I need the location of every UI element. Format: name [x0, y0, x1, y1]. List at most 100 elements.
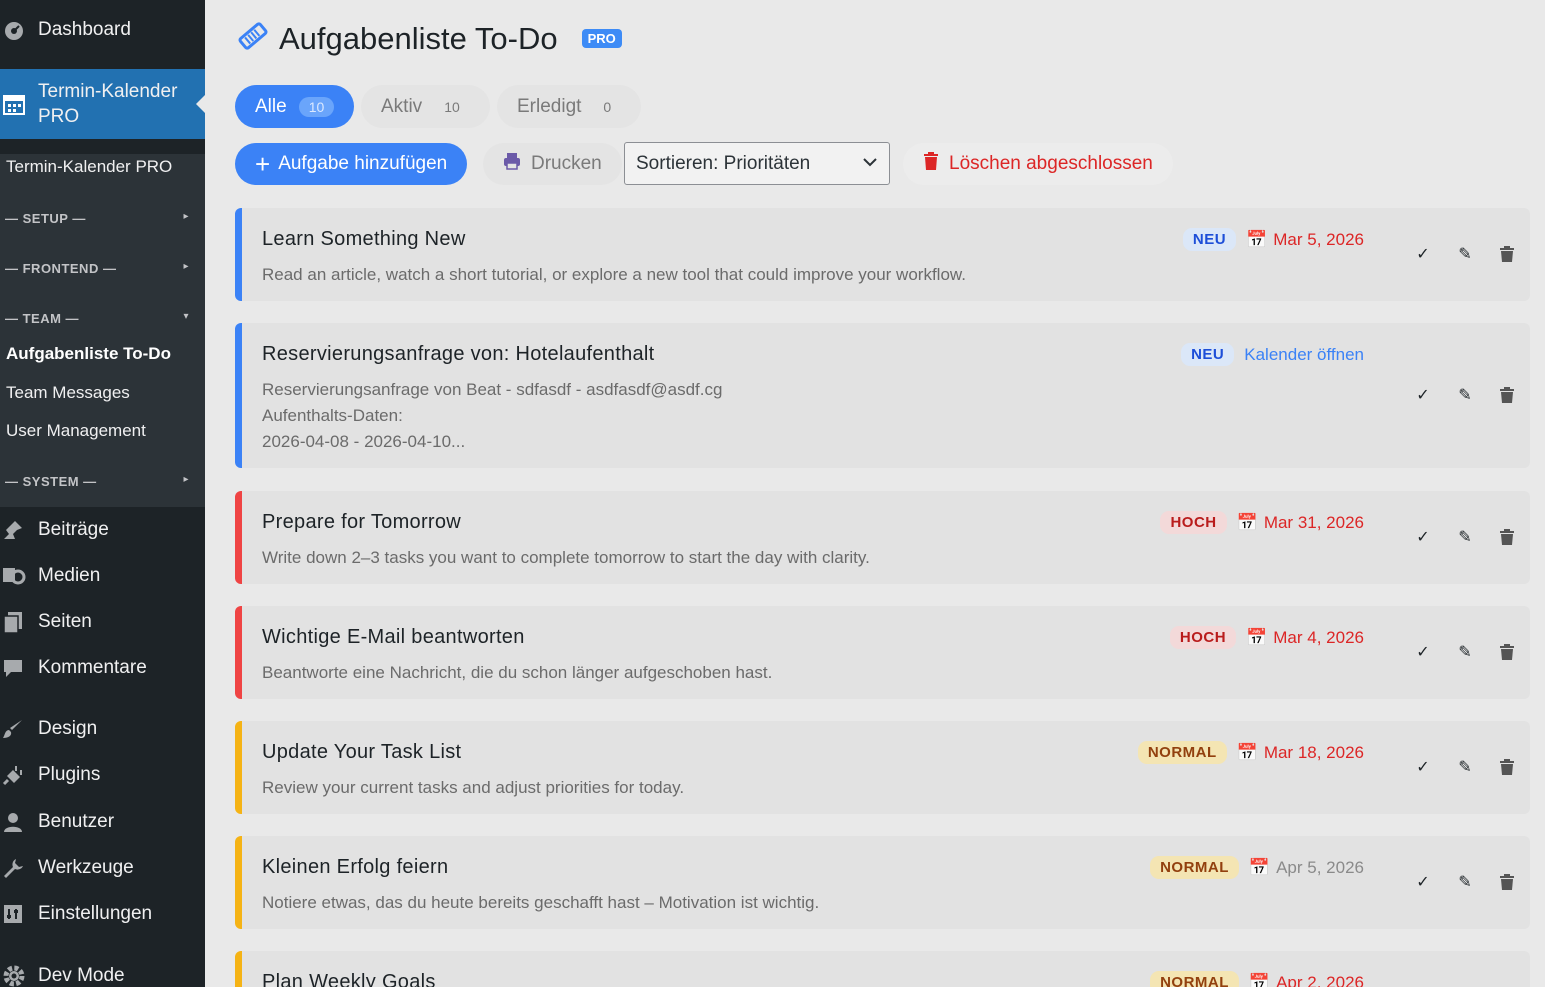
- open-calendar-link[interactable]: Kalender öffnen: [1244, 345, 1364, 365]
- submenu-termin-kalender[interactable]: Termin-Kalender PRO: [6, 157, 172, 177]
- trash-icon[interactable]: [1498, 644, 1516, 660]
- task-card[interactable]: Prepare for Tomorrow Write down 2–3 task…: [235, 491, 1530, 584]
- trash-icon[interactable]: [1498, 387, 1516, 403]
- menu-medien-label: Medien: [38, 565, 101, 586]
- pencil-icon[interactable]: ✎: [1456, 872, 1474, 892]
- tab-alle[interactable]: Alle 10: [235, 85, 355, 128]
- check-icon[interactable]: ✓: [1414, 642, 1432, 662]
- arrow-right-icon: ▸: [183, 211, 189, 222]
- pencil-icon[interactable]: ✎: [1456, 244, 1474, 264]
- dashboard-icon: [0, 18, 38, 42]
- calendar-icon: 📅: [1236, 742, 1258, 762]
- plus-icon: +: [255, 149, 271, 179]
- menu-seiten-label: Seiten: [38, 611, 92, 632]
- task-card[interactable]: Plan Weekly Goals NORMAL 📅 Apr 2, 2026: [235, 951, 1530, 987]
- delete-completed-button[interactable]: Löschen abgeschlossen: [903, 143, 1173, 185]
- menu-benutzer[interactable]: Benutzer: [0, 811, 114, 833]
- task-desc-line: Reservierungsanfrage von Beat - sdfasdf …: [262, 380, 723, 399]
- task-description: Read an article, watch a short tutorial,…: [262, 265, 966, 284]
- wrench-icon: [0, 857, 38, 879]
- task-card[interactable]: Reservierungsanfrage von: Hotelaufenthal…: [235, 323, 1530, 468]
- trash-icon[interactable]: [1498, 529, 1516, 545]
- menu-design-label: Design: [38, 718, 98, 739]
- task-actions: ✓ ✎: [1414, 872, 1516, 892]
- tab-aktiv[interactable]: Aktiv 10: [361, 85, 490, 128]
- menu-benutzer-label: Benutzer: [38, 811, 115, 832]
- task-card[interactable]: Wichtige E-Mail beantworten Beantworte e…: [235, 606, 1530, 699]
- admin-sidebar: Dashboard Termin-Kalender PRO Termin-Kal…: [0, 0, 205, 987]
- check-icon[interactable]: ✓: [1414, 757, 1432, 777]
- pin-icon: [0, 519, 38, 541]
- gear-icon: [0, 964, 38, 987]
- sort-select-value: Sortieren: Prioritäten: [636, 152, 811, 174]
- tag-icon: [237, 20, 269, 57]
- submenu-user-management[interactable]: User Management: [6, 421, 146, 441]
- submenu-aufgabenliste[interactable]: Aufgabenliste To-Do: [6, 344, 171, 364]
- task-description: Write down 2–3 tasks you want to complet…: [262, 548, 870, 567]
- tab-aktiv-label: Aktiv: [381, 95, 423, 117]
- menu-design[interactable]: Design: [0, 718, 97, 740]
- menu-kommentare[interactable]: Kommentare: [0, 657, 147, 679]
- menu-termin-kalender[interactable]: Termin-Kalender PRO: [0, 69, 205, 139]
- check-icon[interactable]: ✓: [1414, 385, 1432, 405]
- pencil-icon[interactable]: ✎: [1456, 642, 1474, 662]
- check-icon[interactable]: ✓: [1414, 527, 1432, 547]
- menu-beitraege[interactable]: Beiträge: [0, 519, 109, 541]
- trash-icon: [923, 152, 939, 176]
- check-icon[interactable]: ✓: [1414, 244, 1432, 264]
- task-title: Update Your Task List: [262, 741, 462, 763]
- task-card[interactable]: Update Your Task List Review your curren…: [235, 721, 1530, 814]
- check-icon[interactable]: ✓: [1414, 872, 1432, 892]
- menu-einstellungen[interactable]: Einstellungen: [0, 903, 152, 925]
- task-card[interactable]: Learn Something New Read an article, wat…: [235, 208, 1530, 301]
- menu-plugins[interactable]: Plugins: [0, 764, 100, 786]
- menu-werkzeuge-label: Werkzeuge: [38, 857, 134, 878]
- task-meta: NORMAL 📅 Mar 18, 2026: [1137, 741, 1364, 764]
- trash-icon[interactable]: [1498, 874, 1516, 890]
- trash-icon[interactable]: [1498, 759, 1516, 775]
- tab-aktiv-count: 10: [444, 98, 460, 115]
- calendar-icon: 📅: [1246, 627, 1268, 647]
- section-setup[interactable]: — SETUP — ▸: [5, 211, 195, 226]
- due-date: 📅 Apr 2, 2026: [1249, 973, 1364, 987]
- task-meta: NORMAL 📅 Apr 5, 2026: [1150, 856, 1364, 879]
- arrow-down-icon: ▾: [183, 311, 189, 322]
- pages-icon: [0, 611, 38, 633]
- menu-dev-mode[interactable]: Dev Mode: [0, 964, 125, 987]
- task-actions: ✓ ✎: [1414, 527, 1516, 547]
- pro-badge: PRO: [581, 29, 622, 48]
- task-title: Wichtige E-Mail beantworten: [262, 626, 525, 648]
- pencil-icon[interactable]: ✎: [1456, 757, 1474, 777]
- arrow-right-icon: ▸: [183, 474, 189, 485]
- pencil-icon[interactable]: ✎: [1456, 385, 1474, 405]
- due-date-text: Mar 5, 2026: [1273, 229, 1364, 249]
- page-title: Aufgabenliste To-Do: [279, 20, 558, 56]
- submenu-team-messages[interactable]: Team Messages: [6, 383, 130, 403]
- section-frontend[interactable]: — FRONTEND — ▸: [5, 261, 195, 276]
- priority-badge: HOCH: [1160, 511, 1227, 534]
- print-label: Drucken: [531, 153, 602, 174]
- menu-dashboard[interactable]: Dashboard: [0, 18, 131, 42]
- trash-icon[interactable]: [1498, 246, 1516, 262]
- menu-einstellungen-label: Einstellungen: [38, 903, 153, 924]
- task-card[interactable]: Kleinen Erfolg feiern Notiere etwas, das…: [235, 836, 1530, 929]
- section-team[interactable]: — TEAM — ▾: [5, 311, 195, 326]
- task-description: Notiere etwas, das du heute bereits gesc…: [262, 893, 820, 912]
- add-task-button[interactable]: + Aufgabe hinzufügen: [235, 143, 468, 185]
- arrow-right-icon: ▸: [183, 261, 189, 272]
- due-date-text: Apr 2, 2026: [1276, 972, 1364, 987]
- sort-select[interactable]: Sortieren: Prioritäten: [624, 142, 890, 185]
- menu-werkzeuge[interactable]: Werkzeuge: [0, 857, 134, 879]
- menu-seiten[interactable]: Seiten: [0, 611, 92, 633]
- calendar-icon: 📅: [1246, 229, 1268, 249]
- section-system[interactable]: — SYSTEM — ▸: [5, 474, 195, 489]
- pencil-icon[interactable]: ✎: [1456, 527, 1474, 547]
- menu-medien[interactable]: Medien: [0, 565, 100, 587]
- section-system-label: — SYSTEM —: [5, 474, 97, 489]
- calendar-icon: 📅: [1236, 512, 1258, 532]
- tab-erledigt[interactable]: Erledigt 0: [497, 85, 642, 128]
- page-header: Aufgabenliste To-Do PRO: [237, 20, 622, 57]
- print-button[interactable]: Drucken: [483, 143, 622, 185]
- section-frontend-label: — FRONTEND —: [5, 261, 117, 276]
- task-title: Learn Something New: [262, 228, 466, 250]
